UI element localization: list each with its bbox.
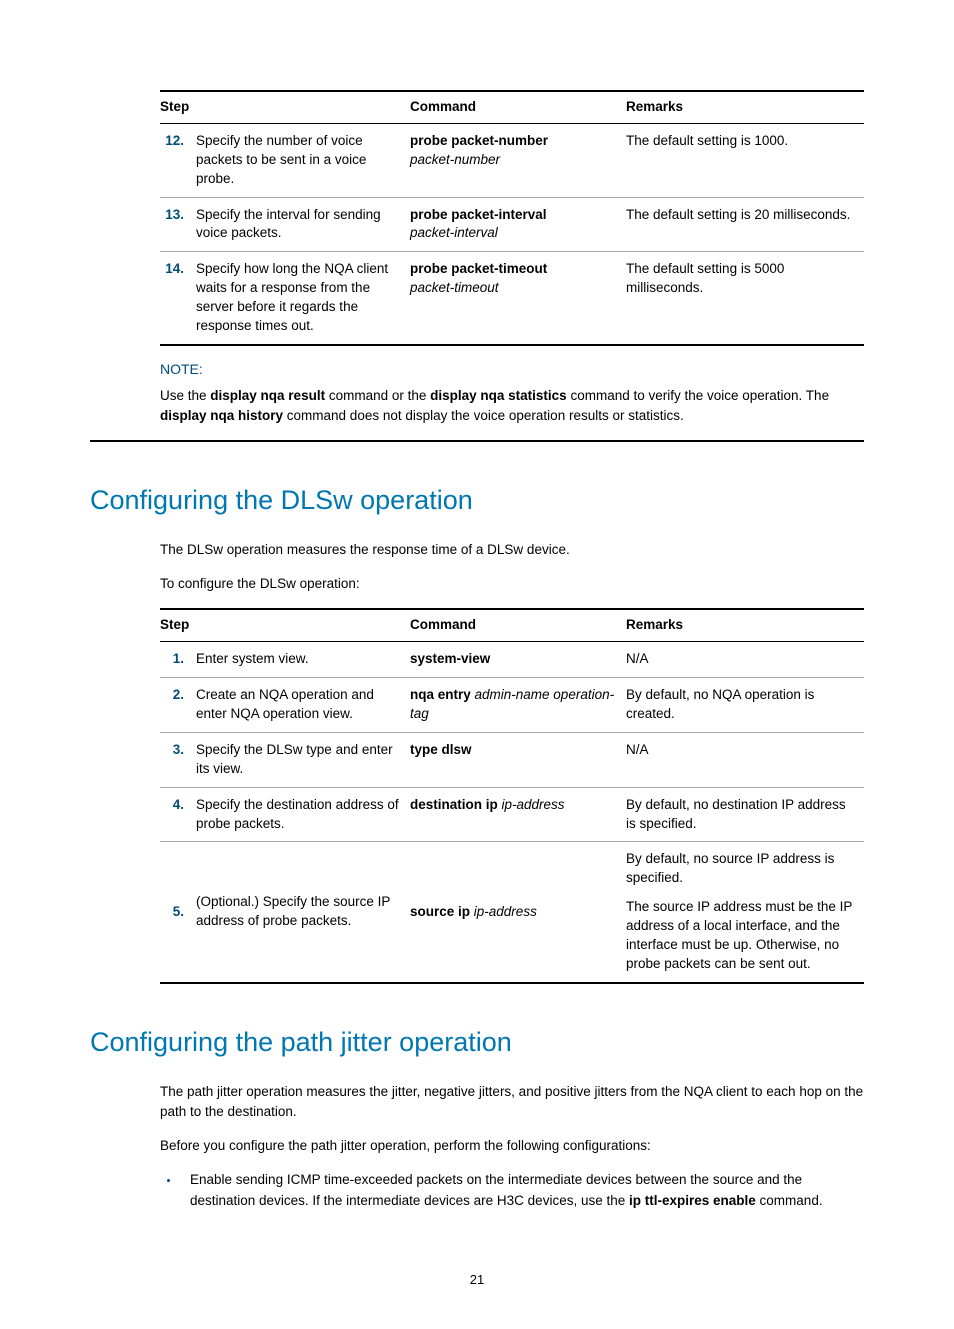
step-remarks: By default, no NQA operation is created. bbox=[626, 678, 864, 733]
step-remarks: The default setting is 5000 milliseconds… bbox=[626, 252, 864, 345]
cmd-keyword: source ip bbox=[410, 904, 470, 919]
table-row: 2. Create an NQA operation and enter NQA… bbox=[160, 678, 864, 733]
step-desc: Create an NQA operation and enter NQA op… bbox=[196, 678, 410, 733]
bullet-list: Enable sending ICMP time-exceeded packet… bbox=[160, 1170, 864, 1211]
note-text: command or the bbox=[325, 388, 430, 403]
step-remarks: The default setting is 1000. bbox=[626, 123, 864, 197]
step-command: probe packet-timeout packet-timeout bbox=[410, 252, 626, 345]
table-row: 13. Specify the interval for sending voi… bbox=[160, 197, 864, 252]
step-command: probe packet-interval packet-interval bbox=[410, 197, 626, 252]
table-row: 1. Enter system view. system-view N/A bbox=[160, 642, 864, 678]
list-cmd: ip ttl-expires enable bbox=[629, 1193, 756, 1208]
table-row: 14. Specify how long the NQA client wait… bbox=[160, 252, 864, 345]
cmd-keyword: destination ip bbox=[410, 797, 498, 812]
page-number: 21 bbox=[90, 1271, 864, 1289]
step-desc: (Optional.) Specify the source IP addres… bbox=[196, 842, 410, 983]
cmd-arg: ip-address bbox=[498, 797, 565, 812]
step-command: system-view bbox=[410, 642, 626, 678]
step-number: 5. bbox=[160, 842, 196, 983]
col-header-remarks: Remarks bbox=[626, 91, 864, 123]
remarks-p2: The source IP address must be the IP add… bbox=[626, 898, 856, 974]
note-cmd: display nqa statistics bbox=[430, 388, 567, 403]
cmd-arg: packet-interval bbox=[410, 225, 498, 240]
cmd-keyword: probe packet-number bbox=[410, 133, 548, 148]
paragraph: Before you configure the path jitter ope… bbox=[160, 1136, 864, 1156]
table-row: 12. Specify the number of voice packets … bbox=[160, 123, 864, 197]
dlsw-config-table: Step Command Remarks 1. Enter system vie… bbox=[160, 608, 864, 983]
table-row: 4. Specify the destination address of pr… bbox=[160, 787, 864, 842]
step-desc: Specify the destination address of probe… bbox=[196, 787, 410, 842]
step-desc: Specify how long the NQA client waits fo… bbox=[196, 252, 410, 345]
col-header-step: Step bbox=[160, 91, 410, 123]
cmd-keyword: probe packet-timeout bbox=[410, 261, 547, 276]
step-command: type dlsw bbox=[410, 732, 626, 787]
note-text: command to verify the voice operation. T… bbox=[567, 388, 829, 403]
col-header-step: Step bbox=[160, 609, 410, 641]
step-remarks: The default setting is 20 milliseconds. bbox=[626, 197, 864, 252]
step-number: 13. bbox=[160, 197, 196, 252]
col-header-remarks: Remarks bbox=[626, 609, 864, 641]
step-remarks: N/A bbox=[626, 732, 864, 787]
list-text: command. bbox=[756, 1193, 823, 1208]
paragraph: To configure the DLSw operation: bbox=[160, 574, 864, 594]
cmd-keyword: type dlsw bbox=[410, 742, 472, 757]
note-cmd: display nqa history bbox=[160, 408, 283, 423]
cmd-keyword: system-view bbox=[410, 651, 490, 666]
table-row: 3. Specify the DLSw type and enter its v… bbox=[160, 732, 864, 787]
step-command: destination ip ip-address bbox=[410, 787, 626, 842]
note-cmd: display nqa result bbox=[210, 388, 325, 403]
step-remarks: N/A bbox=[626, 642, 864, 678]
heading-path-jitter: Configuring the path jitter operation bbox=[90, 1024, 864, 1062]
step-number: 2. bbox=[160, 678, 196, 733]
note-text: Use the bbox=[160, 388, 210, 403]
step-desc: Specify the interval for sending voice p… bbox=[196, 197, 410, 252]
step-command: probe packet-number packet-number bbox=[410, 123, 626, 197]
step-number: 1. bbox=[160, 642, 196, 678]
list-item: Enable sending ICMP time-exceeded packet… bbox=[180, 1170, 864, 1211]
table-row: 5. (Optional.) Specify the source IP add… bbox=[160, 842, 864, 983]
step-number: 4. bbox=[160, 787, 196, 842]
step-number: 12. bbox=[160, 123, 196, 197]
cmd-arg: packet-timeout bbox=[410, 280, 499, 295]
cmd-keyword: nqa entry bbox=[410, 687, 471, 702]
paragraph: The path jitter operation measures the j… bbox=[160, 1082, 864, 1123]
step-number: 14. bbox=[160, 252, 196, 345]
col-header-command: Command bbox=[410, 91, 626, 123]
note-label: NOTE: bbox=[160, 360, 864, 380]
col-header-command: Command bbox=[410, 609, 626, 641]
step-number: 3. bbox=[160, 732, 196, 787]
step-remarks: By default, no source IP address is spec… bbox=[626, 842, 864, 983]
remarks-p1: By default, no source IP address is spec… bbox=[626, 850, 856, 888]
cmd-arg: packet-number bbox=[410, 152, 500, 167]
step-desc: Specify the number of voice packets to b… bbox=[196, 123, 410, 197]
step-desc: Specify the DLSw type and enter its view… bbox=[196, 732, 410, 787]
step-command: source ip ip-address bbox=[410, 842, 626, 983]
step-desc: Enter system view. bbox=[196, 642, 410, 678]
note-text: command does not display the voice opera… bbox=[283, 408, 684, 423]
note-separator bbox=[90, 440, 864, 442]
cmd-arg: ip-address bbox=[470, 904, 537, 919]
step-command: nqa entry admin-name operation-tag bbox=[410, 678, 626, 733]
paragraph: The DLSw operation measures the response… bbox=[160, 540, 864, 560]
heading-dlsw: Configuring the DLSw operation bbox=[90, 482, 864, 520]
cmd-keyword: probe packet-interval bbox=[410, 207, 547, 222]
voice-config-table: Step Command Remarks 12. Specify the num… bbox=[160, 90, 864, 346]
note-body: Use the display nqa result command or th… bbox=[160, 386, 864, 427]
step-remarks: By default, no destination IP address is… bbox=[626, 787, 864, 842]
